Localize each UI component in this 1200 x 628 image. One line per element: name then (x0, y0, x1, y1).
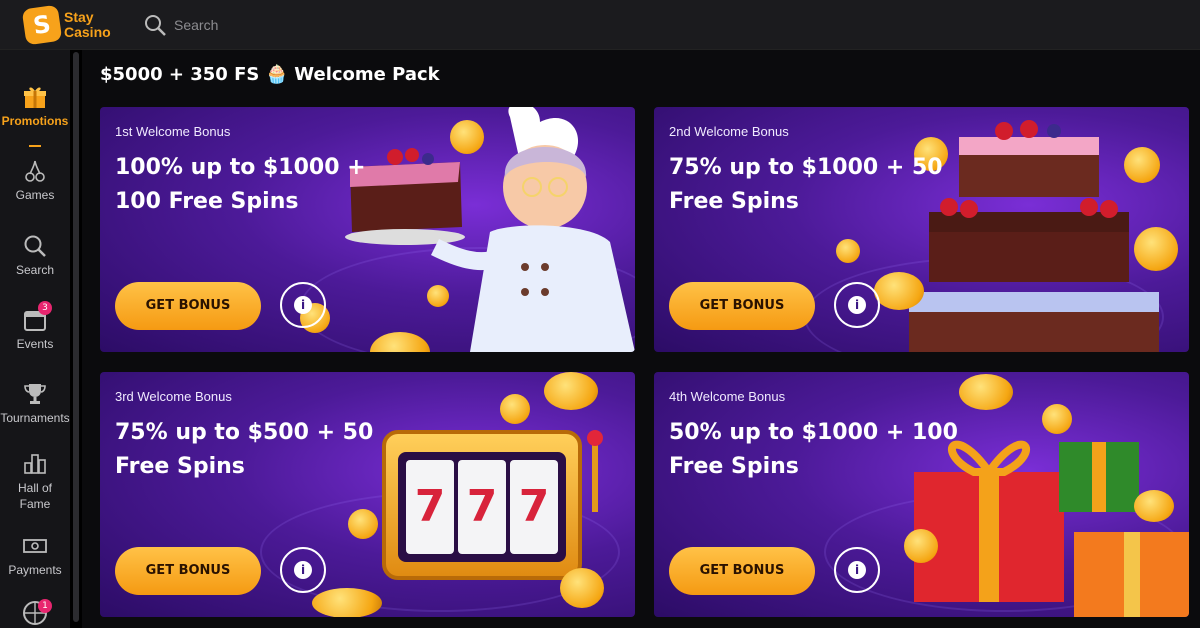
stay-casino-logo[interactable]: Stay Casino (21, 4, 124, 46)
coin-icon (1042, 404, 1072, 434)
coin-icon (1124, 147, 1160, 183)
sidebar-item-events[interactable]: Events (0, 307, 70, 351)
bonus-subtitle: 2nd Welcome Bonus (669, 124, 789, 139)
coin-icon (312, 588, 382, 617)
coin-icon (348, 509, 378, 539)
coin-icon (1134, 227, 1178, 271)
sidebar-item-wheel[interactable] (0, 600, 70, 628)
coin-icon (904, 529, 938, 563)
coin-icon (500, 394, 530, 424)
active-indicator (29, 145, 41, 147)
bonus-card-1: 1st Welcome Bonus 100% up to $1000 + 100… (100, 107, 635, 352)
sidebar-item-promotions[interactable]: Promotions (0, 84, 70, 128)
coin-icon (544, 372, 598, 410)
coin-icon (836, 239, 860, 263)
gift-icon (24, 87, 46, 108)
sidebar-item-hall-of-fame[interactable]: Hall of Fame (0, 450, 70, 512)
info-button[interactable]: i (280, 282, 326, 328)
info-icon: i (848, 296, 866, 314)
coin-icon (1134, 490, 1174, 522)
events-badge: 3 (38, 301, 52, 315)
sidebar-item-games[interactable]: Games (0, 158, 70, 202)
logo-icon (21, 4, 63, 46)
sidebar-item-tournaments[interactable]: Tournaments (0, 381, 70, 425)
coin-icon (450, 120, 484, 154)
bonus-subtitle: 1st Welcome Bonus (115, 124, 231, 139)
sidebar-scrollbar-thumb[interactable] (73, 52, 79, 622)
info-button[interactable]: i (834, 282, 880, 328)
coin-icon (959, 374, 1013, 410)
get-bonus-button[interactable]: GET BONUS (669, 282, 815, 330)
info-button[interactable]: i (280, 547, 326, 593)
sidebar-item-search[interactable]: Search (0, 233, 70, 277)
search-icon (145, 15, 166, 36)
bonus-title: 75% up to $500 + 50 Free Spins (115, 420, 374, 479)
cherries-icon (25, 160, 45, 182)
info-icon: i (294, 561, 312, 579)
coin-icon (874, 272, 924, 310)
bonus-card-2: 2nd Welcome Bonus 75% up to $1000 + 50 F… (654, 107, 1189, 352)
cash-icon (23, 539, 47, 553)
slot-lever-knob (587, 430, 603, 446)
bonus-title: 100% up to $1000 + 100 Free Spins (115, 155, 366, 214)
get-bonus-button[interactable]: GET BONUS (115, 282, 261, 330)
bonus-subtitle: 3rd Welcome Bonus (115, 389, 232, 404)
search-bar[interactable]: Search (143, 12, 218, 38)
info-icon: i (294, 296, 312, 314)
info-button[interactable]: i (834, 547, 880, 593)
info-icon: i (848, 561, 866, 579)
sidebar-item-payments[interactable]: Payments (0, 533, 70, 577)
chef-illustration (345, 107, 635, 352)
top-bar: Stay Casino Search (0, 0, 1200, 50)
bonus-subtitle: 4th Welcome Bonus (669, 389, 786, 404)
trophy-icon (24, 384, 46, 404)
podium-icon (24, 454, 46, 474)
search-icon (24, 235, 46, 257)
search-label: Search (174, 17, 219, 33)
get-bonus-button[interactable]: GET BONUS (669, 547, 815, 595)
wheel-badge: 1 (38, 599, 52, 613)
bonus-card-4: 4th Welcome Bonus 50% up to $1000 + 100 … (654, 372, 1189, 617)
get-bonus-button[interactable]: GET BONUS (115, 547, 261, 595)
slot-reel: 7 (458, 460, 506, 554)
coin-icon (560, 568, 604, 608)
bonus-title: 75% up to $1000 + 50 Free Spins (669, 155, 943, 214)
bonus-title: 50% up to $1000 + 100 Free Spins (669, 420, 958, 479)
bonus-card-3: 7 7 7 3rd Welcome Bonus 75% up to $500 +… (100, 372, 635, 617)
logo-text: Stay Casino (64, 9, 111, 40)
coin-icon (427, 285, 449, 307)
welcome-pack-title: $5000 + 350 FS 🧁 Welcome Pack (100, 64, 440, 85)
slot-reel: 7 (510, 460, 558, 554)
